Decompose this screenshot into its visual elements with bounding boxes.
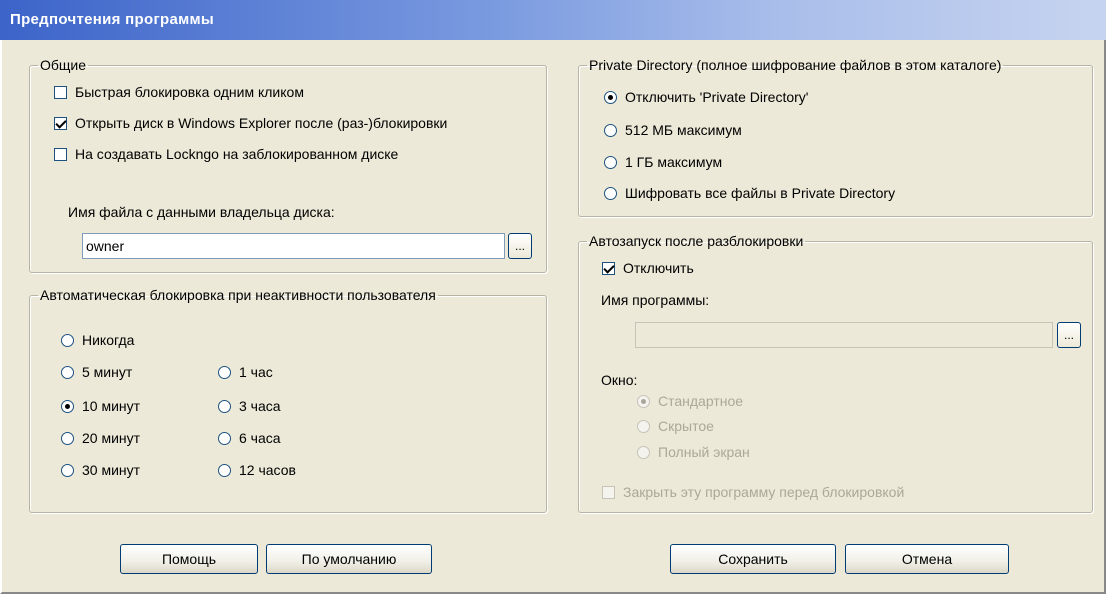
- radio-private-all[interactable]: Шифровать все файлы в Private Directory: [604, 185, 895, 201]
- radio-private-off[interactable]: Отключить 'Private Directory': [604, 89, 808, 105]
- radio-30min[interactable]: 30 минут: [61, 462, 140, 478]
- radio-window-fullscreen[interactable]: Полный экран: [637, 444, 750, 460]
- window-title: Предпочтения программы: [0, 0, 1106, 40]
- group-private-dir-legend: Private Directory (полное шифрование фай…: [589, 57, 1002, 73]
- group-autolock-legend: Автоматическая блокировка при неактивнос…: [40, 287, 436, 303]
- radio-private-off-label: Отключить 'Private Directory': [625, 89, 809, 105]
- radio-private-1gb-dot[interactable]: [604, 155, 617, 169]
- radio-private-all-dot[interactable]: [604, 186, 617, 200]
- checkbox-no-lockngo-box[interactable]: [54, 147, 67, 161]
- radio-20min-label: 20 минут: [82, 430, 141, 446]
- checkbox-no-lockngo[interactable]: На создавать Lockngo на заблокированном …: [54, 146, 398, 162]
- owner-file-browse-button[interactable]: ...: [508, 233, 532, 259]
- radio-private-512-dot[interactable]: [604, 123, 617, 137]
- radio-3h[interactable]: 3 часа: [218, 398, 281, 414]
- radio-5min-dot[interactable]: [61, 365, 74, 379]
- radio-never-dot[interactable]: [61, 333, 74, 347]
- group-autorun-legend: Автозапуск после разблокировки: [589, 233, 804, 249]
- radio-12h-label: 12 часов: [239, 462, 296, 478]
- window-mode-label: Окно:: [601, 372, 638, 388]
- radio-20min-dot[interactable]: [61, 431, 74, 445]
- radio-30min-label: 30 минут: [82, 462, 141, 478]
- radio-never[interactable]: Никогда: [61, 332, 134, 348]
- radio-10min[interactable]: 10 минут: [61, 398, 140, 414]
- radio-6h[interactable]: 6 часа: [218, 430, 281, 446]
- radio-private-1gb[interactable]: 1 ГБ максимум: [604, 154, 722, 170]
- radio-private-512-label: 512 МБ максимум: [625, 122, 742, 138]
- radio-6h-dot[interactable]: [218, 431, 231, 445]
- radio-30min-dot[interactable]: [61, 463, 74, 477]
- checkbox-autorun-disable[interactable]: Отключить: [602, 260, 694, 276]
- radio-12h[interactable]: 12 часов: [218, 462, 296, 478]
- radio-window-hidden-label: Скрытое: [658, 418, 714, 434]
- defaults-button[interactable]: По умолчанию: [266, 544, 432, 574]
- help-button[interactable]: Помощь: [120, 544, 258, 574]
- program-name-label: Имя программы:: [601, 292, 710, 308]
- radio-private-512[interactable]: 512 МБ максимум: [604, 122, 742, 138]
- radio-5min-label: 5 минут: [82, 364, 133, 380]
- radio-6h-label: 6 часа: [239, 430, 281, 446]
- radio-window-hidden-dot[interactable]: [637, 419, 650, 433]
- cancel-button[interactable]: Отмена: [845, 544, 1009, 574]
- program-browse-button[interactable]: ...: [1057, 322, 1081, 348]
- checkbox-close-program-label: Закрыть эту программу перед блокировкой: [623, 484, 905, 500]
- owner-file-label: Имя файла с данными владельца диска:: [68, 204, 335, 220]
- checkbox-open-explorer-label: Открыть диск в Windows Explorer после (р…: [75, 115, 448, 131]
- checkbox-quick-lock[interactable]: Быстрая блокировка одним кликом: [54, 84, 304, 100]
- radio-window-fullscreen-dot[interactable]: [637, 445, 650, 459]
- radio-1h[interactable]: 1 час: [218, 364, 273, 380]
- radio-private-off-dot[interactable]: [604, 90, 617, 104]
- radio-window-hidden[interactable]: Скрытое: [637, 418, 714, 434]
- radio-private-all-label: Шифровать все файлы в Private Directory: [625, 185, 896, 201]
- radio-20min[interactable]: 20 минут: [61, 430, 140, 446]
- radio-window-standard[interactable]: Стандартное: [637, 393, 743, 409]
- radio-1h-label: 1 час: [239, 364, 273, 380]
- checkbox-open-explorer-box[interactable]: [54, 116, 67, 130]
- checkbox-no-lockngo-label: На создавать Lockngo на заблокированном …: [75, 146, 399, 162]
- radio-10min-dot[interactable]: [61, 399, 74, 413]
- checkbox-open-explorer[interactable]: Открыть диск в Windows Explorer после (р…: [54, 115, 447, 131]
- checkbox-autorun-disable-label: Отключить: [623, 260, 694, 276]
- radio-never-label: Никогда: [82, 332, 135, 348]
- radio-window-standard-label: Стандартное: [658, 393, 744, 409]
- checkbox-close-program[interactable]: Закрыть эту программу перед блокировкой: [602, 484, 904, 500]
- radio-window-fullscreen-label: Полный экран: [658, 444, 750, 460]
- checkbox-close-program-box[interactable]: [602, 485, 615, 499]
- program-name-input[interactable]: [635, 322, 1053, 348]
- radio-3h-label: 3 часа: [239, 398, 281, 414]
- radio-window-standard-dot[interactable]: [637, 394, 650, 408]
- owner-file-input[interactable]: [82, 233, 505, 259]
- radio-1h-dot[interactable]: [218, 365, 231, 379]
- group-general-legend: Общие: [40, 57, 87, 73]
- checkbox-quick-lock-box[interactable]: [54, 85, 67, 99]
- checkbox-quick-lock-label: Быстрая блокировка одним кликом: [75, 84, 304, 100]
- checkbox-autorun-disable-box[interactable]: [602, 261, 615, 275]
- radio-private-1gb-label: 1 ГБ максимум: [625, 154, 723, 170]
- radio-3h-dot[interactable]: [218, 399, 231, 413]
- radio-5min[interactable]: 5 минут: [61, 364, 132, 380]
- radio-10min-label: 10 минут: [82, 398, 141, 414]
- radio-12h-dot[interactable]: [218, 463, 231, 477]
- save-button[interactable]: Сохранить: [670, 544, 836, 574]
